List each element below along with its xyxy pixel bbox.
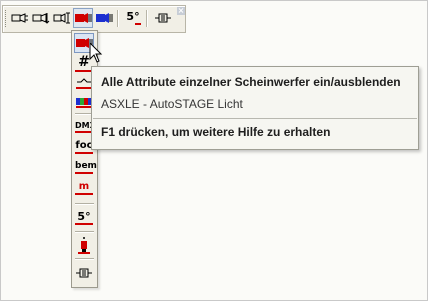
tooltip-help-text: F1 drücken, um weitere Hilfe zu erhalten <box>101 125 331 139</box>
toolbar-separator <box>117 10 118 27</box>
toolbar-button-connector[interactable] <box>153 8 173 28</box>
tooltip: Alle Attribute einzelner Scheinwerfer ei… <box>91 66 419 150</box>
drawing-area <box>0 0 428 301</box>
spot-left-icon <box>11 13 28 23</box>
toolbar-button-spot-left[interactable] <box>10 8 30 28</box>
toolbar-button-focus-5[interactable]: 5° <box>123 8 143 28</box>
toolbar-button-spot-down[interactable] <box>31 8 51 28</box>
spot-text-icon <box>53 12 70 24</box>
dropdown-separator <box>75 203 94 204</box>
focus-5-icon: 5° <box>124 11 142 25</box>
bem-icon: bem <box>75 162 97 174</box>
dropdown-item-m[interactable]: m <box>74 178 94 198</box>
mouse-pointer-icon <box>89 42 103 63</box>
foc-label: foc <box>75 139 93 151</box>
bem-label: bem <box>75 161 97 171</box>
spot-down-icon <box>32 13 50 24</box>
dropdown-separator <box>75 231 94 232</box>
lamp-icon <box>78 237 90 254</box>
dropdown-item-angle[interactable]: 5° <box>74 208 94 228</box>
focus-5-label: 5° <box>126 10 140 23</box>
dropdown-item-connector[interactable] <box>74 263 94 283</box>
m-icon: m <box>75 180 93 195</box>
toolbar-grip[interactable] <box>5 10 8 27</box>
connector-icon <box>155 13 171 23</box>
tooltip-title: Alle Attribute einzelner Scheinwerfer ei… <box>101 75 401 89</box>
dropdown-item-lamp[interactable] <box>74 235 94 255</box>
angle-label: 5° <box>77 210 91 223</box>
spot-red-icon <box>75 13 92 23</box>
toolbar-button-spot-blue[interactable] <box>94 8 114 28</box>
dropdown-item-remark[interactable]: bem <box>74 158 97 178</box>
toolbar-button-spot-red[interactable] <box>73 8 93 28</box>
angle-5-icon: 5° <box>75 211 93 225</box>
m-label: m <box>78 180 90 192</box>
toolbar-button-spot-text[interactable] <box>52 8 72 28</box>
toolbar-close-button[interactable]: × <box>177 7 185 15</box>
spot-blue-icon <box>96 13 113 23</box>
connector-icon <box>76 268 92 278</box>
dropdown-separator <box>75 258 94 259</box>
lighting-toolbar: 5° × <box>2 5 186 33</box>
toolbar-separator <box>146 10 147 27</box>
tooltip-separator <box>93 118 417 119</box>
tooltip-description: ASXLE - AutoSTAGE Licht <box>101 97 243 111</box>
